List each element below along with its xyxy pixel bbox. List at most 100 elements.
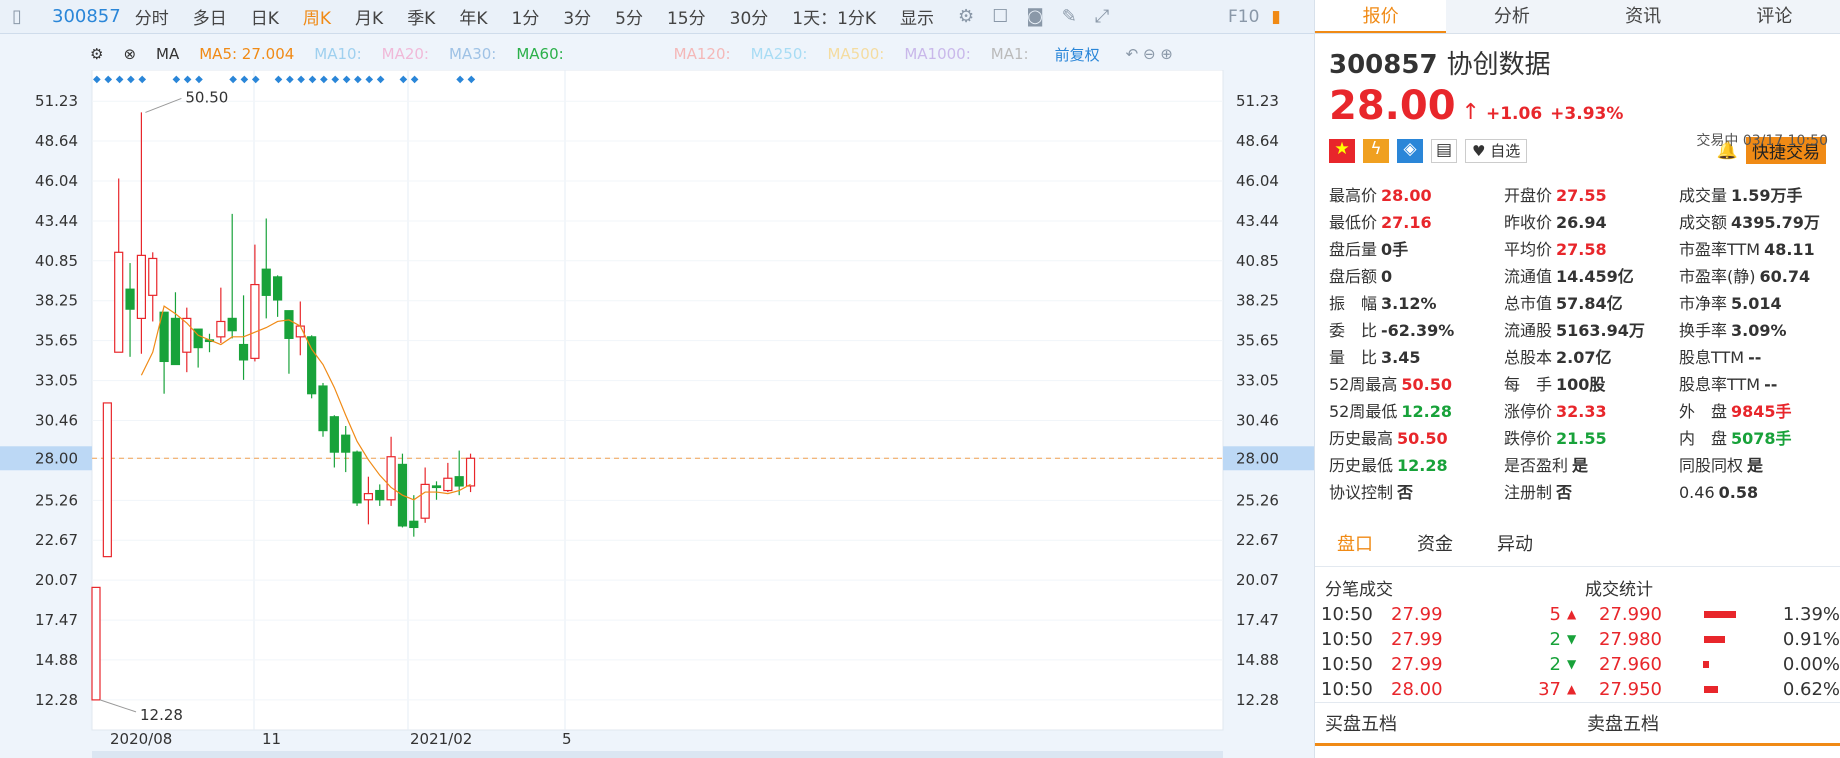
event-marker-icon[interactable]: ◆ — [275, 74, 283, 85]
f10-icon[interactable]: F10 — [1228, 7, 1259, 27]
stats-list[interactable]: 27.990 1.39% 27.980 0.91% 27.960 0.00% 27.950 0… — [1577, 602, 1840, 702]
settings-icon[interactable]: ⚙ — [958, 6, 974, 27]
period-tab[interactable]: 年K — [459, 4, 487, 29]
flash-icon[interactable]: ϟ — [1363, 138, 1389, 163]
event-marker-icon[interactable]: ◆ — [252, 74, 260, 85]
checkbox-icon[interactable]: ☐ — [992, 6, 1008, 27]
tick-row: 10:50 27.99 2 ▼ — [1321, 627, 1577, 652]
settings-small-icon[interactable]: ⚙ — [90, 45, 103, 63]
candle-body — [318, 385, 328, 432]
depth-tab[interactable]: 异动 — [1497, 530, 1533, 556]
quote-tab[interactable]: 报价 — [1315, 0, 1447, 33]
tick-row: 10:50 27.99 2 ▼ — [1321, 652, 1577, 677]
tick-row: 10:50 27.99 5 ▲ — [1321, 602, 1577, 627]
period-tab[interactable]: 30分 — [730, 4, 769, 29]
tick-cell: 28.00 — [1391, 679, 1443, 700]
watchlist-button[interactable]: ♥ 自选 — [1465, 138, 1528, 163]
quote-grid: 最高价 28.00 开盘价 27.55 成交量 1.59万手 最低价 27.16 昨收价 26.9… — [1315, 184, 1840, 505]
event-marker-icon[interactable]: ◆ — [127, 74, 135, 85]
quote-value: 5.014 — [1731, 294, 1782, 313]
event-marker-icon[interactable]: ◆ — [365, 74, 373, 85]
adjust-button[interactable]: 前复权 — [1055, 44, 1100, 65]
quote-label: 振 幅 — [1329, 294, 1378, 313]
range-select[interactable]: 1天：1分K — [792, 4, 876, 29]
fullscreen-icon[interactable]: ⤢ — [1095, 6, 1109, 27]
panel-icon[interactable]: ▮ — [1271, 7, 1280, 27]
quote-cell: 市盈率(静) 60.74 — [1679, 265, 1840, 289]
event-marker-icon[interactable]: ◆ — [343, 74, 351, 85]
period-tab[interactable]: 15分 — [667, 4, 706, 29]
event-marker-icon[interactable]: ◆ — [241, 74, 249, 85]
camera-icon[interactable]: ◙ — [1026, 6, 1043, 27]
stock-code[interactable]: 300857 — [52, 6, 121, 27]
kline-chart[interactable]: 51.23 51.23 48.64 48.64 46.04 46.04 43.44 43.44… — [0, 70, 1314, 758]
quote-tab[interactable]: 评论 — [1709, 0, 1840, 33]
quote-cell: 股息TTM -- — [1679, 346, 1840, 370]
ticks-list[interactable]: 10:50 27.99 5 ▲ 10:50 27.99 2 ▼ 10:50 27.99 2 ▼ 10:5… — [1315, 602, 1577, 702]
event-marker-icon[interactable]: ◆ — [297, 74, 305, 85]
quote-cell: 总市值 57.84亿 — [1504, 292, 1679, 316]
tick-cell: 10:50 — [1321, 604, 1373, 625]
period-tab[interactable]: 季K — [407, 4, 435, 29]
flag-icon[interactable]: ★ — [1329, 138, 1355, 163]
period-tab[interactable]: 周K — [303, 4, 331, 29]
sidebar-toggle-icon[interactable]: ▯ — [12, 6, 22, 27]
y-tick-label: 17.47 — [35, 611, 78, 629]
quote-cell: 内 盘 5078手 — [1679, 427, 1840, 451]
y-tick-label: 48.64 — [35, 132, 78, 150]
event-marker-icon[interactable]: ◆ — [104, 74, 112, 85]
undo-icon[interactable]: ↶ ⊖ ⊕ — [1126, 45, 1173, 63]
close-small-icon[interactable]: ⊗ — [123, 45, 136, 63]
event-marker-icon[interactable]: ◆ — [468, 74, 476, 85]
bookmark-icon[interactable]: ▤ — [1431, 138, 1457, 163]
depth-tab[interactable]: 资金 — [1417, 530, 1453, 556]
event-marker-icon[interactable]: ◆ — [195, 74, 203, 85]
ma-label[interactable]: MA — [156, 45, 179, 63]
event-marker-icon[interactable]: ◆ — [172, 74, 180, 85]
event-marker-icon[interactable]: ◆ — [399, 74, 407, 85]
scroll-bar[interactable] — [92, 751, 1223, 758]
ma250-label: MA250: — [750, 45, 808, 63]
event-marker-icon[interactable]: ◆ — [116, 74, 124, 85]
quote-value: 57.84亿 — [1556, 294, 1623, 313]
y-tick-label: 12.28 — [35, 691, 78, 709]
display-select[interactable]: 显示 — [900, 4, 934, 29]
stat-row: 27.960 0.00% — [1599, 652, 1840, 677]
period-tab[interactable]: 日K — [251, 4, 279, 29]
quote-tab[interactable]: 分析 — [1446, 0, 1577, 33]
quote-tab[interactable]: 资讯 — [1578, 0, 1709, 33]
event-marker-icon[interactable]: ◆ — [354, 74, 362, 85]
period-tab[interactable]: 月K — [355, 4, 383, 29]
period-tab[interactable]: 3分 — [563, 4, 591, 29]
pen-icon[interactable]: ✎ — [1062, 6, 1077, 27]
y-tick-label: 46.04 — [35, 172, 78, 190]
quote-cell: 昨收价 26.94 — [1504, 211, 1679, 235]
period-tab[interactable]: 分时 — [135, 4, 169, 29]
quote-label: 注册制 — [1504, 483, 1553, 502]
event-marker-icon[interactable]: ◆ — [411, 74, 419, 85]
stat-bar — [1703, 686, 1718, 693]
period-tab[interactable]: 多日 — [193, 4, 227, 29]
y-tick-label: 43.44 — [35, 212, 78, 230]
quote-cell: 0.46 0.58 — [1679, 481, 1840, 505]
quote-value: 2.07亿 — [1556, 348, 1612, 367]
event-marker-icon[interactable]: ◆ — [184, 74, 192, 85]
event-marker-icon[interactable]: ◆ — [229, 74, 237, 85]
event-marker-icon[interactable]: ◆ — [377, 74, 385, 85]
event-marker-icon[interactable]: ◆ — [138, 74, 146, 85]
event-marker-icon[interactable]: ◆ — [93, 74, 101, 85]
event-marker-icon[interactable]: ◆ — [320, 74, 328, 85]
stat-price: 27.980 — [1599, 629, 1662, 650]
event-marker-icon[interactable]: ◆ — [456, 74, 464, 85]
event-marker-icon[interactable]: ◆ — [309, 74, 317, 85]
depth-tab[interactable]: 盘口 — [1337, 530, 1373, 556]
period-tab[interactable]: 5分 — [615, 4, 643, 29]
ma120-label: MA120: — [673, 45, 731, 63]
tag-icon[interactable]: ◈ — [1397, 138, 1423, 163]
event-marker-icon[interactable]: ◆ — [286, 74, 294, 85]
stat-bar — [1703, 661, 1709, 668]
quote-cell: 开盘价 27.55 — [1504, 184, 1679, 208]
quote-value: 27.58 — [1556, 240, 1607, 259]
event-marker-icon[interactable]: ◆ — [331, 74, 339, 85]
period-tab[interactable]: 1分 — [512, 4, 540, 29]
